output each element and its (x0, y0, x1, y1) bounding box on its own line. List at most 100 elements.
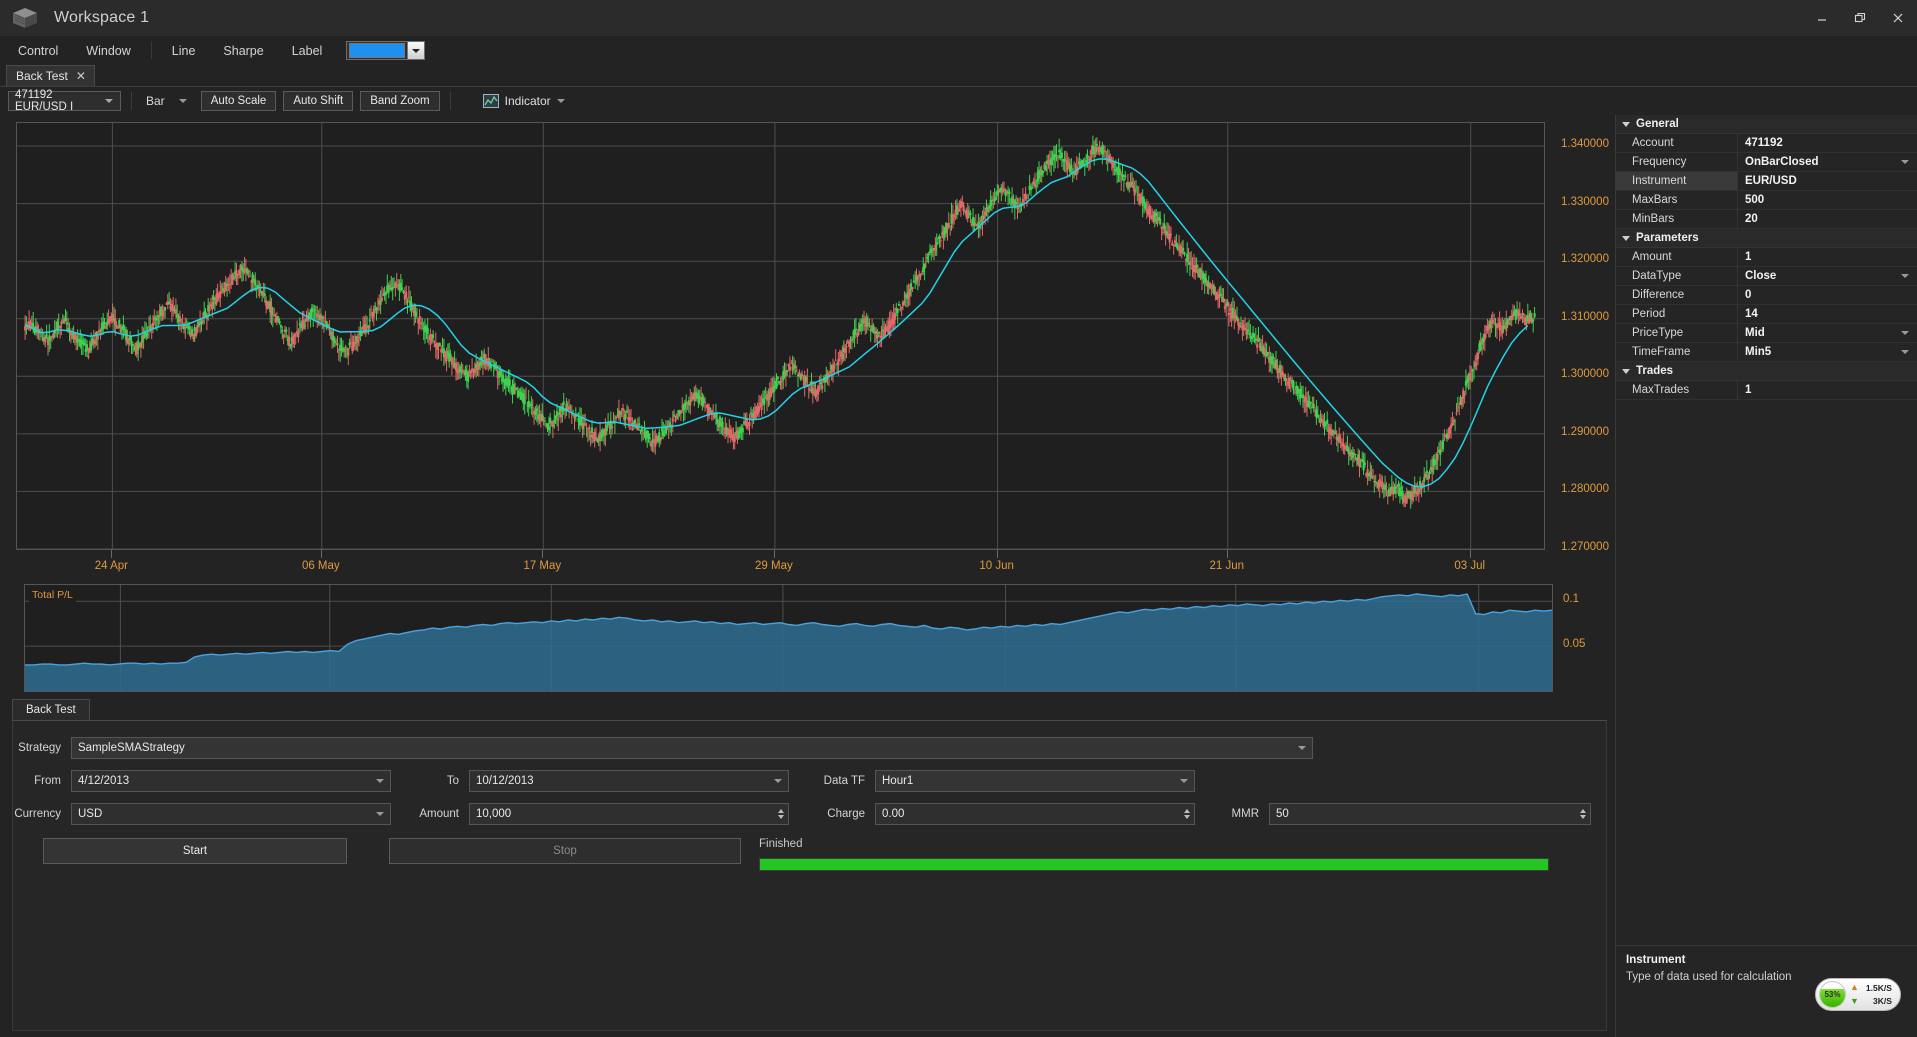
date-range-row: From 4/12/2013 To 10/12/2013 Data TF Hou… (13, 764, 1606, 797)
from-date-field[interactable]: 4/12/2013 (71, 769, 391, 792)
network-speed-widget[interactable]: 53% ▲ 1.5K/S ▼ 3K/S (1815, 978, 1901, 1011)
color-swatch[interactable] (349, 43, 406, 58)
property-group-trades[interactable]: Trades (1616, 362, 1917, 381)
total-pl-pane: Total P/L 0.1 0.05 (16, 584, 1585, 692)
amount-row: Currency USD Amount 10,000 Charge 0.00 M… (13, 797, 1606, 830)
property-row-timeframe[interactable]: TimeFrame Min5 (1616, 343, 1917, 362)
chevron-down-icon (1622, 121, 1630, 127)
property-row-difference[interactable]: Difference 0 (1616, 286, 1917, 305)
property-row-frequency[interactable]: Frequency OnBarClosed (1616, 153, 1917, 172)
property-row-pricetype[interactable]: PriceType Mid (1616, 324, 1917, 343)
tab-back-test-panel[interactable]: Back Test (12, 699, 90, 720)
progress-bar (759, 858, 1549, 871)
property-value[interactable]: 0 (1738, 286, 1917, 304)
property-value[interactable]: 1 (1738, 248, 1917, 266)
y-tick-label: 1.310000 (1561, 310, 1609, 323)
x-tick (111, 550, 113, 558)
strategy-row: Strategy SampleSMAStrategy (13, 731, 1606, 764)
menu-item-sharpe[interactable]: Sharpe (209, 40, 277, 62)
chevron-down-icon[interactable] (1901, 350, 1909, 354)
close-icon[interactable] (1879, 0, 1917, 36)
property-value[interactable]: Min5 (1738, 343, 1917, 361)
property-row-datatype[interactable]: DataType Close (1616, 267, 1917, 286)
chart-icon (482, 94, 499, 108)
spinner-icon[interactable] (1184, 808, 1190, 819)
menu-item-control[interactable]: Control (4, 40, 72, 62)
property-value[interactable]: Close (1738, 267, 1917, 285)
band-zoom-button[interactable]: Band Zoom (360, 91, 440, 111)
properties-grid[interactable]: General Account 471192 Frequency OnBarCl… (1616, 115, 1917, 945)
menu-item-line[interactable]: Line (158, 40, 210, 62)
property-value[interactable]: Mid (1738, 324, 1917, 342)
x-tick (1226, 550, 1228, 558)
property-value[interactable]: EUR/USD (1738, 172, 1917, 190)
property-value[interactable]: 500 (1738, 191, 1917, 209)
currency-value: USD (78, 807, 103, 820)
x-tick-label: 10 Jun (979, 560, 1014, 572)
to-date-field[interactable]: 10/12/2013 (469, 769, 789, 792)
total-pl-plot[interactable]: Total P/L (24, 584, 1553, 692)
chart-column: 1.340000 1.330000 1.320000 1.310000 1.300000… (0, 115, 1615, 1037)
price-plot[interactable] (16, 122, 1545, 550)
data-tf-select[interactable]: Hour1 (875, 769, 1195, 792)
menu-item-window[interactable]: Window (72, 40, 144, 62)
from-date-value: 4/12/2013 (78, 774, 130, 787)
property-row-maxtrades[interactable]: MaxTrades 1 (1616, 381, 1917, 400)
restore-icon[interactable] (1841, 0, 1879, 36)
auto-scale-button[interactable]: Auto Scale (200, 91, 277, 111)
property-row-period[interactable]: Period 14 (1616, 305, 1917, 324)
x-tick-label: 24 Apr (94, 560, 129, 572)
property-value[interactable]: 14 (1738, 305, 1917, 323)
auto-shift-button[interactable]: Auto Shift (283, 91, 354, 111)
label-color-picker[interactable] (346, 41, 426, 60)
menu-item-label[interactable]: Label (278, 40, 337, 62)
tab-back-test[interactable]: Back Test ✕ (6, 65, 95, 86)
chevron-down-icon[interactable] (1901, 160, 1909, 164)
property-row-instrument[interactable]: Instrument EUR/USD (1616, 172, 1917, 191)
property-row-minbars[interactable]: MinBars 20 (1616, 210, 1917, 229)
pl-y-tick-label: 0.05 (1563, 638, 1586, 651)
property-row-amount[interactable]: Amount 1 (1616, 248, 1917, 267)
charge-stepper[interactable]: 0.00 (875, 802, 1195, 825)
property-value[interactable]: 1 (1738, 381, 1917, 399)
property-row-account[interactable]: Account 471192 (1616, 134, 1917, 153)
property-value[interactable]: OnBarClosed (1738, 153, 1917, 171)
x-tick (1469, 550, 1471, 558)
chevron-down-icon[interactable] (1901, 274, 1909, 278)
property-key: Period (1616, 305, 1738, 323)
x-tick (320, 550, 322, 558)
usage-percent: 53% (1824, 990, 1841, 999)
property-key: DataType (1616, 267, 1738, 285)
usage-dial: 53% (1819, 981, 1846, 1008)
chevron-down-icon[interactable] (407, 42, 425, 59)
property-key: MaxBars (1616, 191, 1738, 209)
minimize-icon[interactable] (1803, 0, 1841, 36)
property-group-general[interactable]: General (1616, 115, 1917, 134)
chart-type-selector[interactable]: Bar (142, 94, 194, 108)
spinner-icon[interactable] (1580, 808, 1586, 819)
currency-label: Currency (14, 807, 61, 820)
chevron-down-icon (1622, 368, 1630, 374)
chevron-down-icon[interactable] (1901, 331, 1909, 335)
property-group-parameters[interactable]: Parameters (1616, 229, 1917, 248)
x-tick-label: 06 May (301, 560, 340, 572)
mmr-stepper[interactable]: 50 (1269, 802, 1591, 825)
indicator-button[interactable]: Indicator (482, 94, 568, 108)
amount-stepper[interactable]: 10,000 (469, 802, 789, 825)
property-row-maxbars[interactable]: MaxBars 500 (1616, 191, 1917, 210)
chart-type-value: Bar (146, 94, 165, 108)
x-tick (996, 550, 998, 558)
spinner-icon[interactable] (778, 808, 784, 819)
indicator-label: Indicator (504, 94, 551, 108)
property-key: PriceType (1616, 324, 1738, 342)
arrow-down-icon: ▼ (1850, 995, 1859, 1006)
close-icon[interactable]: ✕ (76, 70, 86, 82)
arrow-up-icon: ▲ (1850, 982, 1859, 993)
start-button[interactable]: Start (43, 838, 347, 864)
property-key: MinBars (1616, 210, 1738, 228)
property-value[interactable]: 20 (1738, 210, 1917, 228)
property-value[interactable]: 471192 (1738, 134, 1917, 152)
currency-select[interactable]: USD (71, 802, 391, 825)
instrument-selector[interactable]: 471192 EUR/USD I (8, 89, 121, 113)
strategy-select[interactable]: SampleSMAStrategy (71, 736, 1313, 759)
